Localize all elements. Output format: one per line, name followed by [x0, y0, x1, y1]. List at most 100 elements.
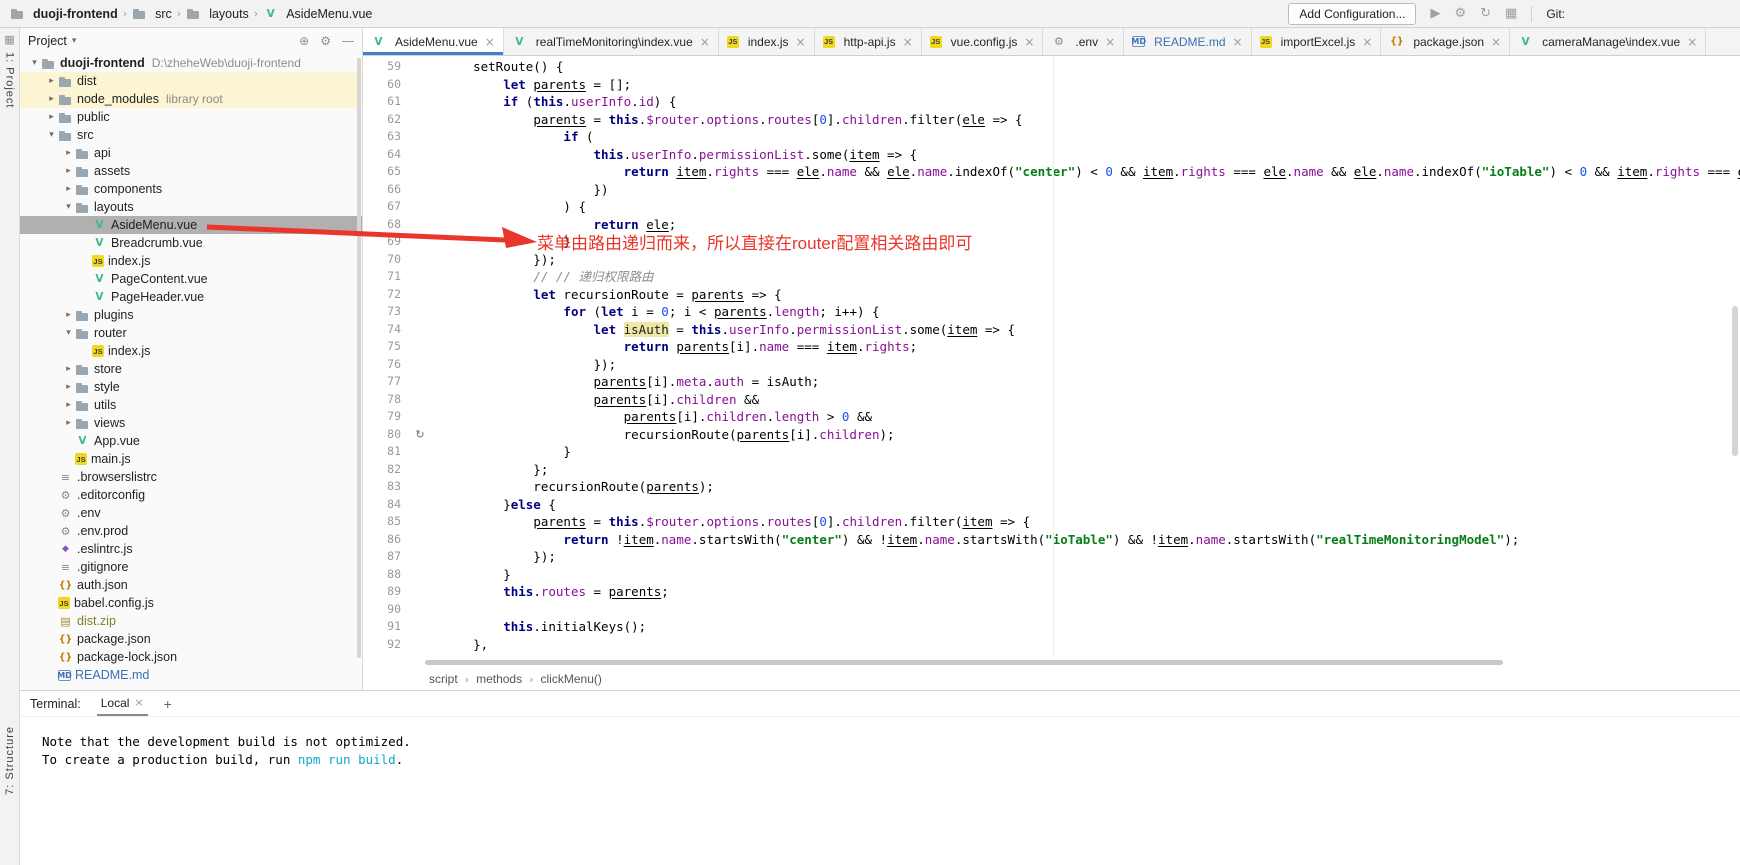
code-line[interactable]: 74 let isAuth = this.userInfo.permission… — [363, 321, 1740, 339]
tree-item-store[interactable]: ▸store — [20, 360, 362, 378]
close-icon[interactable]: × — [1105, 35, 1115, 49]
code-line[interactable]: 62 parents = this.$router.options.routes… — [363, 111, 1740, 129]
tree-item-package-json[interactable]: {}package.json — [20, 630, 362, 648]
code-line[interactable]: 82 }; — [363, 461, 1740, 479]
editor-tab-importexcel-js[interactable]: JSimportExcel.js× — [1252, 28, 1382, 55]
code-line[interactable]: 66 }) — [363, 181, 1740, 199]
code-line[interactable]: 76 }); — [363, 356, 1740, 374]
code-line[interactable]: 91 this.initialKeys(); — [363, 618, 1740, 636]
code-line[interactable]: 88 } — [363, 566, 1740, 584]
code-line[interactable]: 80↻ recursionRoute(parents[i].children); — [363, 426, 1740, 444]
terminal-output[interactable]: Note that the development build is not o… — [20, 717, 1740, 865]
panel-settings-icon[interactable]: ⚙ — [320, 34, 331, 48]
project-tool-button[interactable]: 1: Project — [4, 52, 16, 108]
chevron-right-icon[interactable]: ▸ — [45, 94, 58, 104]
code-line[interactable]: 67 ) { — [363, 198, 1740, 216]
code-line[interactable]: 61 if (this.userInfo.id) { — [363, 93, 1740, 111]
code-line[interactable]: 81 } — [363, 443, 1740, 461]
tree-item-editorconfig[interactable]: ⚙.editorconfig — [20, 486, 362, 504]
code-line[interactable]: 65 return item.rights === ele.name && el… — [363, 163, 1740, 181]
code-line[interactable]: 90 — [363, 601, 1740, 619]
run-icon[interactable]: ▶ — [1430, 6, 1440, 21]
code-line[interactable]: 60 let parents = []; — [363, 76, 1740, 94]
editor-tab-readme-md[interactable]: MDREADME.md× — [1124, 28, 1251, 55]
tree-item-app-vue[interactable]: VApp.vue — [20, 432, 362, 450]
chevron-right-icon[interactable]: ▸ — [62, 166, 75, 176]
tree-item-readme-md[interactable]: MDREADME.md — [20, 666, 362, 684]
breadcrumb-item-src[interactable]: src — [132, 7, 172, 21]
tree-item-duoji-frontend[interactable]: ▾duoji-frontendD:\zheheWeb\duoji-fronten… — [20, 54, 362, 72]
code-line[interactable]: 83 recursionRoute(parents); — [363, 478, 1740, 496]
tree-item-babel-config-js[interactable]: JSbabel.config.js — [20, 594, 362, 612]
tree-item-router[interactable]: ▾router — [20, 324, 362, 342]
code-line[interactable]: 92 }, — [363, 636, 1740, 654]
chevron-right-icon[interactable]: ▸ — [62, 148, 75, 158]
code-line[interactable]: 89 this.routes = parents; — [363, 583, 1740, 601]
close-icon[interactable]: × — [700, 35, 710, 49]
close-icon[interactable]: × — [903, 35, 913, 49]
code-line[interactable]: 86 return !item.name.startsWith("center"… — [363, 531, 1740, 549]
tree-item-index-js[interactable]: JSindex.js — [20, 252, 362, 270]
tree-item-pagecontent-vue[interactable]: VPageContent.vue — [20, 270, 362, 288]
tree-item-browserslistrc[interactable]: ≡.browserslistrc — [20, 468, 362, 486]
tree-item-asidemenu-vue[interactable]: VAsideMenu.vue — [20, 216, 362, 234]
terminal-tab-local[interactable]: Local × — [97, 691, 148, 716]
code-line[interactable]: 79 parents[i].children.length > 0 && — [363, 408, 1740, 426]
close-icon[interactable]: × — [1233, 35, 1243, 49]
editor-tab-package-json[interactable]: {}package.json× — [1381, 28, 1510, 55]
code-line[interactable]: 87 }); — [363, 548, 1740, 566]
editor-tab-cameramanage-index-vue[interactable]: VcameraManage\index.vue× — [1510, 28, 1706, 55]
close-icon[interactable]: × — [1362, 35, 1372, 49]
chevron-right-icon[interactable]: ▸ — [45, 112, 58, 122]
recursion-icon[interactable]: ↻ — [407, 426, 433, 444]
chevron-right-icon[interactable]: ▸ — [62, 400, 75, 410]
close-icon[interactable]: × — [1024, 35, 1034, 49]
tree-item-package-lock-json[interactable]: {}package-lock.json — [20, 648, 362, 666]
tree-item-main-js[interactable]: JSmain.js — [20, 450, 362, 468]
chevron-right-icon[interactable]: ▸ — [45, 76, 58, 86]
hide-panel-icon[interactable]: ― — [342, 34, 354, 48]
tree-item-index-js[interactable]: JSindex.js — [20, 342, 362, 360]
editor-tab-asidemenu-vue[interactable]: VAsideMenu.vue× — [363, 28, 504, 55]
tree-item-env[interactable]: ⚙.env — [20, 504, 362, 522]
tree-item-assets[interactable]: ▸assets — [20, 162, 362, 180]
editor-tab-realtimemonitoring-index-vue[interactable]: VrealTimeMonitoring\index.vue× — [504, 28, 719, 55]
tree-item-utils[interactable]: ▸utils — [20, 396, 362, 414]
tool-windows-icon[interactable]: ▦ — [1505, 6, 1517, 21]
editor-vertical-scrollbar[interactable] — [1732, 306, 1738, 456]
editor-breadcrumb-methods[interactable]: methods — [476, 672, 522, 686]
add-configuration-button[interactable]: Add Configuration... — [1288, 3, 1416, 25]
tree-item-dist[interactable]: ▸dist — [20, 72, 362, 90]
chevron-right-icon[interactable]: ▸ — [62, 364, 75, 374]
editor-breadcrumb-clickmenu[interactable]: clickMenu() — [541, 672, 602, 686]
code-line[interactable]: 59 setRoute() { — [363, 58, 1740, 76]
chevron-right-icon[interactable]: ▸ — [62, 310, 75, 320]
chevron-down-icon[interactable]: ▾ — [62, 202, 75, 212]
editor-horizontal-scrollbar[interactable] — [363, 658, 1740, 668]
tree-item-public[interactable]: ▸public — [20, 108, 362, 126]
tree-item-layouts[interactable]: ▾layouts — [20, 198, 362, 216]
breadcrumb-item-layouts[interactable]: layouts — [186, 7, 249, 21]
code-line[interactable]: 63 if ( — [363, 128, 1740, 146]
close-icon[interactable]: × — [485, 35, 495, 49]
tree-item-style[interactable]: ▸style — [20, 378, 362, 396]
project-scrollbar[interactable] — [357, 58, 361, 658]
project-panel-title[interactable]: Project — [28, 34, 67, 48]
tree-item-eslintrc-js[interactable]: ◆.eslintrc.js — [20, 540, 362, 558]
chevron-down-icon[interactable]: ▾ — [28, 58, 41, 68]
tree-item-auth-json[interactable]: {}auth.json — [20, 576, 362, 594]
settings-icon[interactable]: ⚙ — [1454, 6, 1466, 21]
tree-item-components[interactable]: ▸components — [20, 180, 362, 198]
editor-breadcrumb-script[interactable]: script — [429, 672, 458, 686]
tree-item-env-prod[interactable]: ⚙.env.prod — [20, 522, 362, 540]
tree-item-plugins[interactable]: ▸plugins — [20, 306, 362, 324]
close-icon[interactable]: × — [1687, 35, 1697, 49]
update-project-icon[interactable]: ↻ — [1480, 6, 1491, 21]
editor-tab-env[interactable]: ⚙.env× — [1043, 28, 1124, 55]
chevron-right-icon[interactable]: ▸ — [62, 184, 75, 194]
code-editor[interactable]: 59 setRoute() {60 let parents = [];61 if… — [363, 56, 1740, 658]
tree-item-api[interactable]: ▸api — [20, 144, 362, 162]
git-widget[interactable]: Git: — [1546, 7, 1565, 21]
code-line[interactable]: 73 for (let i = 0; i < parents.length; i… — [363, 303, 1740, 321]
tree-item-pageheader-vue[interactable]: VPageHeader.vue — [20, 288, 362, 306]
